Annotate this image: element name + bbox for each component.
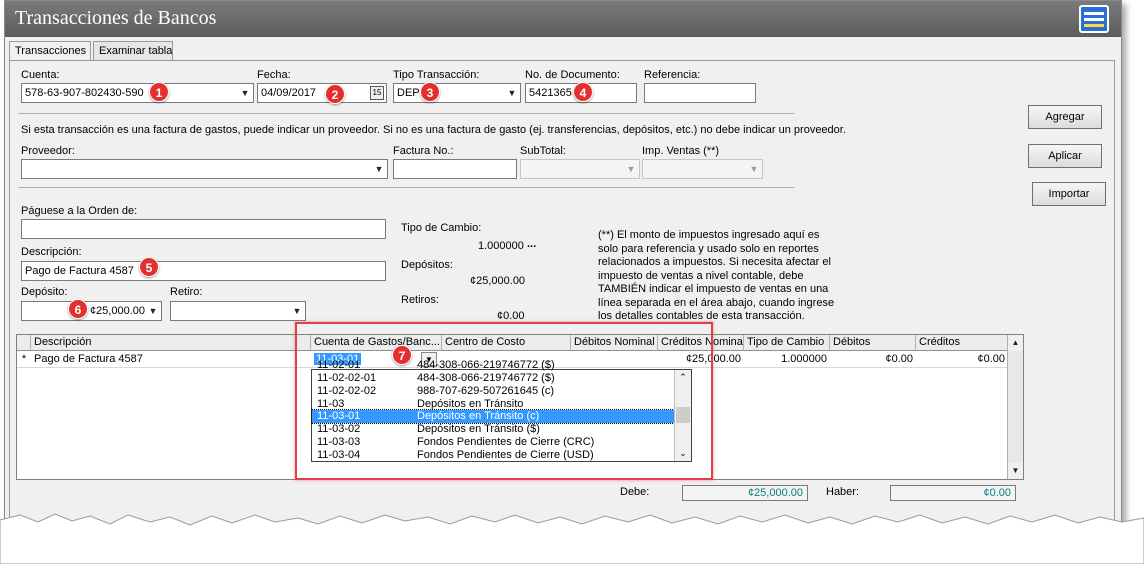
deposito-select[interactable]: ¢25,000.00 ▼ [21, 301, 162, 321]
tipo-transaccion-label: Tipo Transacción: [393, 69, 480, 81]
chevron-down-icon[interactable]: ▼ [506, 87, 518, 99]
agregar-button[interactable]: Agregar [1028, 105, 1102, 129]
fecha-label: Fecha: [257, 69, 291, 81]
scroll-up-icon[interactable]: ▲ [1008, 335, 1023, 351]
subtotal-label: SubTotal: [520, 145, 566, 157]
tipo-cambio-value: 1.000000 [478, 240, 524, 252]
retiros-value: ¢0.00 [497, 310, 525, 322]
highlight-frame [295, 322, 713, 480]
column-header-tipo-cambio[interactable]: Tipo de Cambio [744, 335, 830, 351]
descripcion-input[interactable]: Pago de Factura 4587 [21, 261, 386, 281]
column-header-descripcion[interactable]: Descripción [31, 335, 311, 351]
paguese-input[interactable] [21, 219, 386, 239]
cell-descripcion[interactable]: Pago de Factura 4587 [31, 352, 311, 368]
calendar-icon[interactable]: 15 [370, 86, 384, 100]
step-badge-7: 7 [392, 345, 412, 365]
fecha-value: 04/09/2017 [261, 87, 317, 99]
row-header-corner [17, 335, 31, 351]
calculator-app-icon[interactable] [1079, 5, 1109, 33]
descripcion-value: Pago de Factura 4587 [25, 265, 134, 277]
cell-creditos[interactable]: ¢0.00 [916, 352, 1008, 368]
scroll-down-icon[interactable]: ▼ [1008, 463, 1023, 479]
referencia-label: Referencia: [644, 69, 701, 81]
fecha-input[interactable]: 04/09/2017 15 [257, 83, 387, 103]
chevron-down-icon[interactable]: ▼ [239, 87, 251, 99]
retiro-label: Retiro: [170, 286, 203, 298]
depositos-label: Depósitos: [401, 259, 453, 271]
step-badge-3: 3 [420, 82, 440, 102]
depositos-value: ¢25,000.00 [470, 275, 526, 287]
chevron-down-icon[interactable]: ▼ [748, 163, 760, 175]
chevron-down-icon[interactable]: ▼ [373, 163, 385, 175]
haber-total: ¢0.00 [890, 485, 1016, 501]
debe-total: ¢25,000.00 [682, 485, 808, 501]
descripcion-label: Descripción: [21, 246, 82, 258]
deposito-label: Depósito: [21, 286, 68, 298]
divider [18, 187, 794, 188]
chevron-down-icon[interactable]: ▼ [147, 305, 159, 317]
cuenta-label: Cuenta: [21, 69, 60, 81]
importar-button[interactable]: Importar [1032, 182, 1106, 206]
step-badge-4: 4 [573, 82, 593, 102]
proveedor-note: Si esta transacción es una factura de ga… [21, 124, 846, 136]
factura-label: Factura No.: [393, 145, 454, 157]
row-marker: * [17, 352, 31, 368]
impventas-label: Imp. Ventas (**) [642, 145, 720, 157]
deposito-value: ¢25,000.00 [89, 305, 145, 317]
tipo-cambio-button[interactable]: ... [527, 238, 536, 250]
step-badge-5: 5 [139, 257, 159, 277]
column-header-debitos[interactable]: Débitos [830, 335, 916, 351]
retiros-label: Retiros: [401, 294, 439, 306]
step-badge-2: 2 [325, 84, 345, 104]
tipo-transaccion-select[interactable]: DEP ▼ [393, 83, 521, 103]
tab-examinar-tabla[interactable]: Examinar tabla [93, 41, 173, 61]
proveedor-label: Proveedor: [21, 145, 75, 157]
subtotal-select[interactable]: ▼ [520, 159, 640, 179]
column-header-creditos[interactable]: Créditos [916, 335, 1008, 351]
referencia-input[interactable] [644, 83, 756, 103]
grid-vertical-scrollbar[interactable]: ▲ ▼ [1007, 335, 1023, 479]
documento-value: 5421365 [529, 87, 572, 99]
impuestos-note: (**) El monto de impuestos ingresado aqu… [598, 229, 835, 322]
debe-label: Debe: [620, 486, 650, 498]
factura-input[interactable] [393, 159, 517, 179]
proveedor-select[interactable]: ▼ [21, 159, 388, 179]
window-title: Transacciones de Bancos [15, 7, 217, 29]
cuenta-value: 578-63-907-802430-590 [25, 87, 144, 99]
aplicar-button[interactable]: Aplicar [1028, 144, 1102, 168]
cuenta-select[interactable]: 578-63-907-802430-590 ▼ [21, 83, 254, 103]
retiro-select[interactable]: ▼ [170, 301, 306, 321]
tipo-transaccion-value: DEP [397, 87, 420, 99]
torn-edge [0, 513, 1144, 564]
documento-label: No. de Documento: [525, 69, 620, 81]
step-badge-1: 1 [149, 82, 169, 102]
tab-transacciones[interactable]: Transacciones [9, 41, 91, 62]
tipo-cambio-label: Tipo de Cambio: [401, 222, 482, 234]
chevron-down-icon[interactable]: ▼ [625, 163, 637, 175]
title-bar: Transacciones de Bancos [5, 1, 1121, 37]
chevron-down-icon[interactable]: ▼ [291, 305, 303, 317]
cell-tipo-cambio[interactable]: 1.000000 [744, 352, 830, 368]
haber-label: Haber: [826, 486, 860, 498]
divider [18, 113, 794, 114]
step-badge-6: 6 [68, 299, 88, 319]
impventas-select[interactable]: ▼ [642, 159, 763, 179]
cell-debitos[interactable]: ¢0.00 [830, 352, 916, 368]
paguese-label: Páguese a la Orden de: [21, 205, 138, 217]
